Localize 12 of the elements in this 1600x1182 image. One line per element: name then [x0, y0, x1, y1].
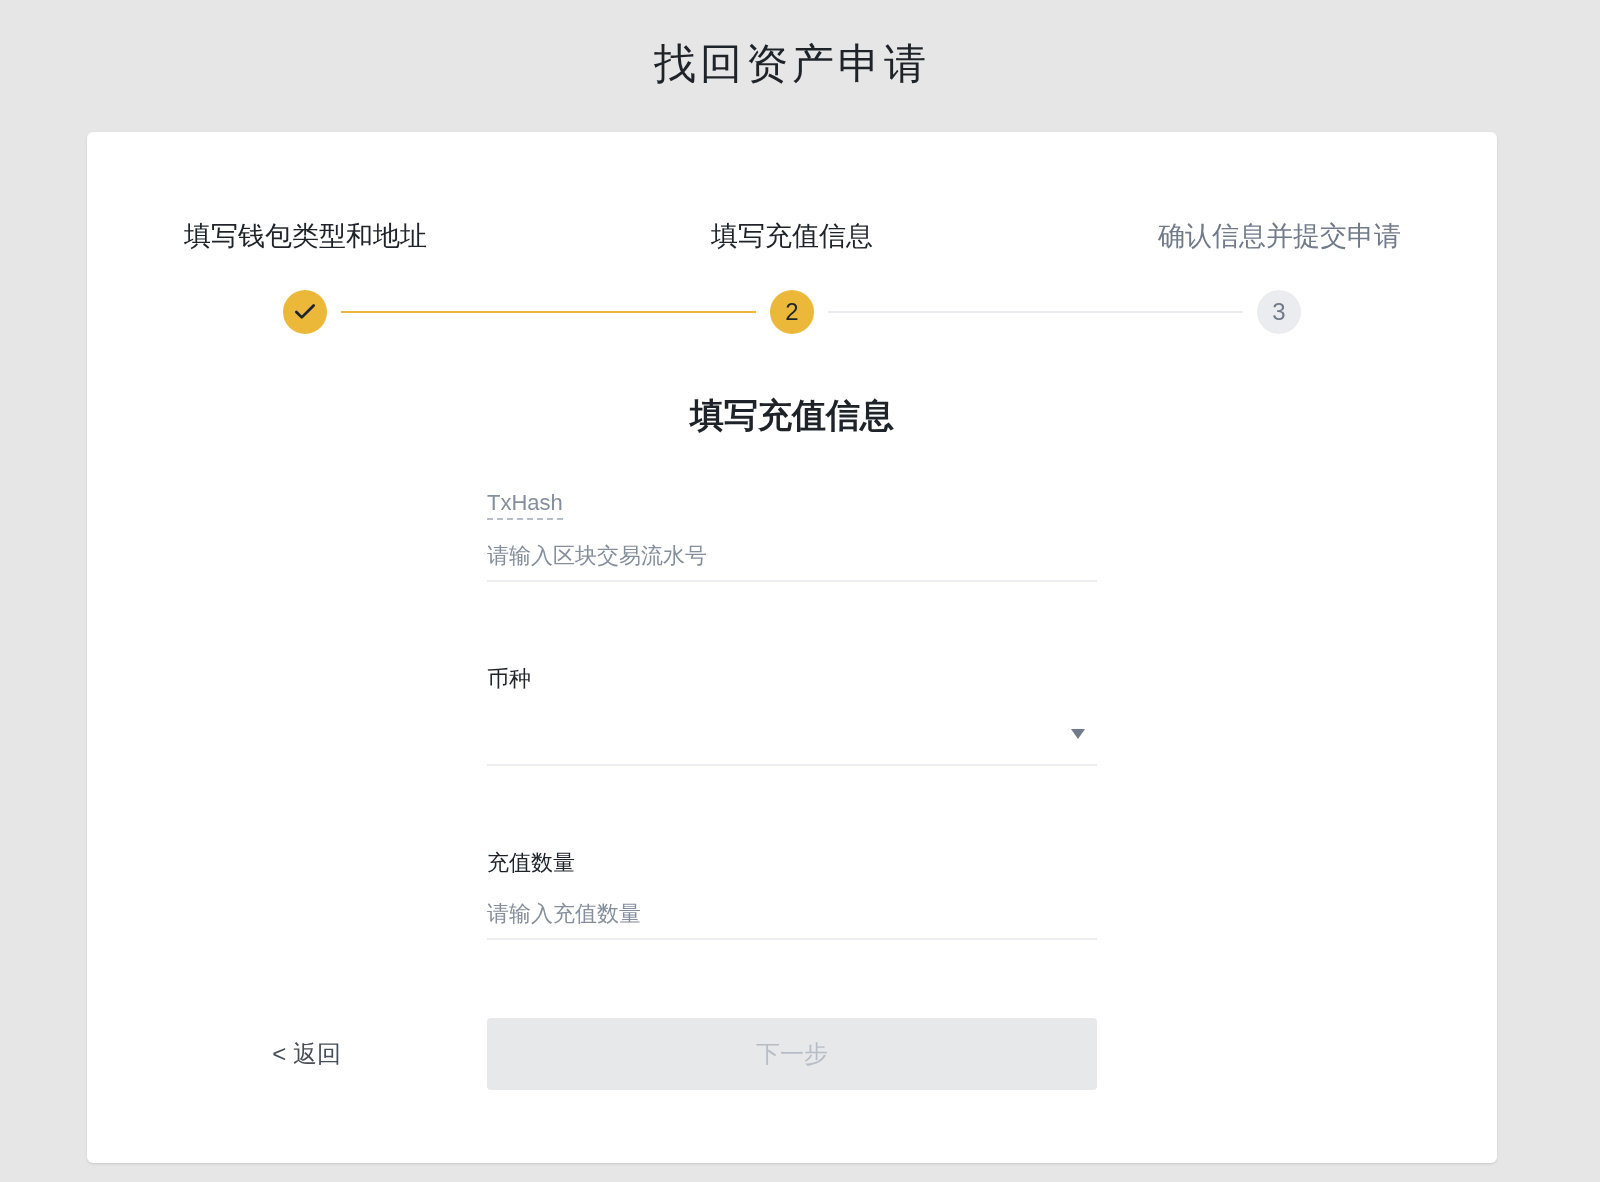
caret-down-icon [1071, 729, 1085, 739]
back-link[interactable]: < 返回 [272, 1036, 341, 1072]
input-field[interactable]: 请输入充值数量 [487, 890, 1097, 940]
form-heading: 填写充值信息 [688, 395, 895, 436]
field-label: 币种 [487, 665, 531, 693]
step-label: 确认信息并提交申请 [1157, 220, 1401, 253]
input-field[interactable]: 请输入区块交易流水号 [487, 532, 1097, 582]
step-label: 填写充值信息 [711, 220, 873, 253]
field-label: TxHash [487, 488, 563, 520]
field-label: 充值数量 [487, 849, 575, 877]
step-label: 填写钱包类型和地址 [183, 220, 427, 253]
page-title: 找回资产申请 [654, 39, 930, 89]
